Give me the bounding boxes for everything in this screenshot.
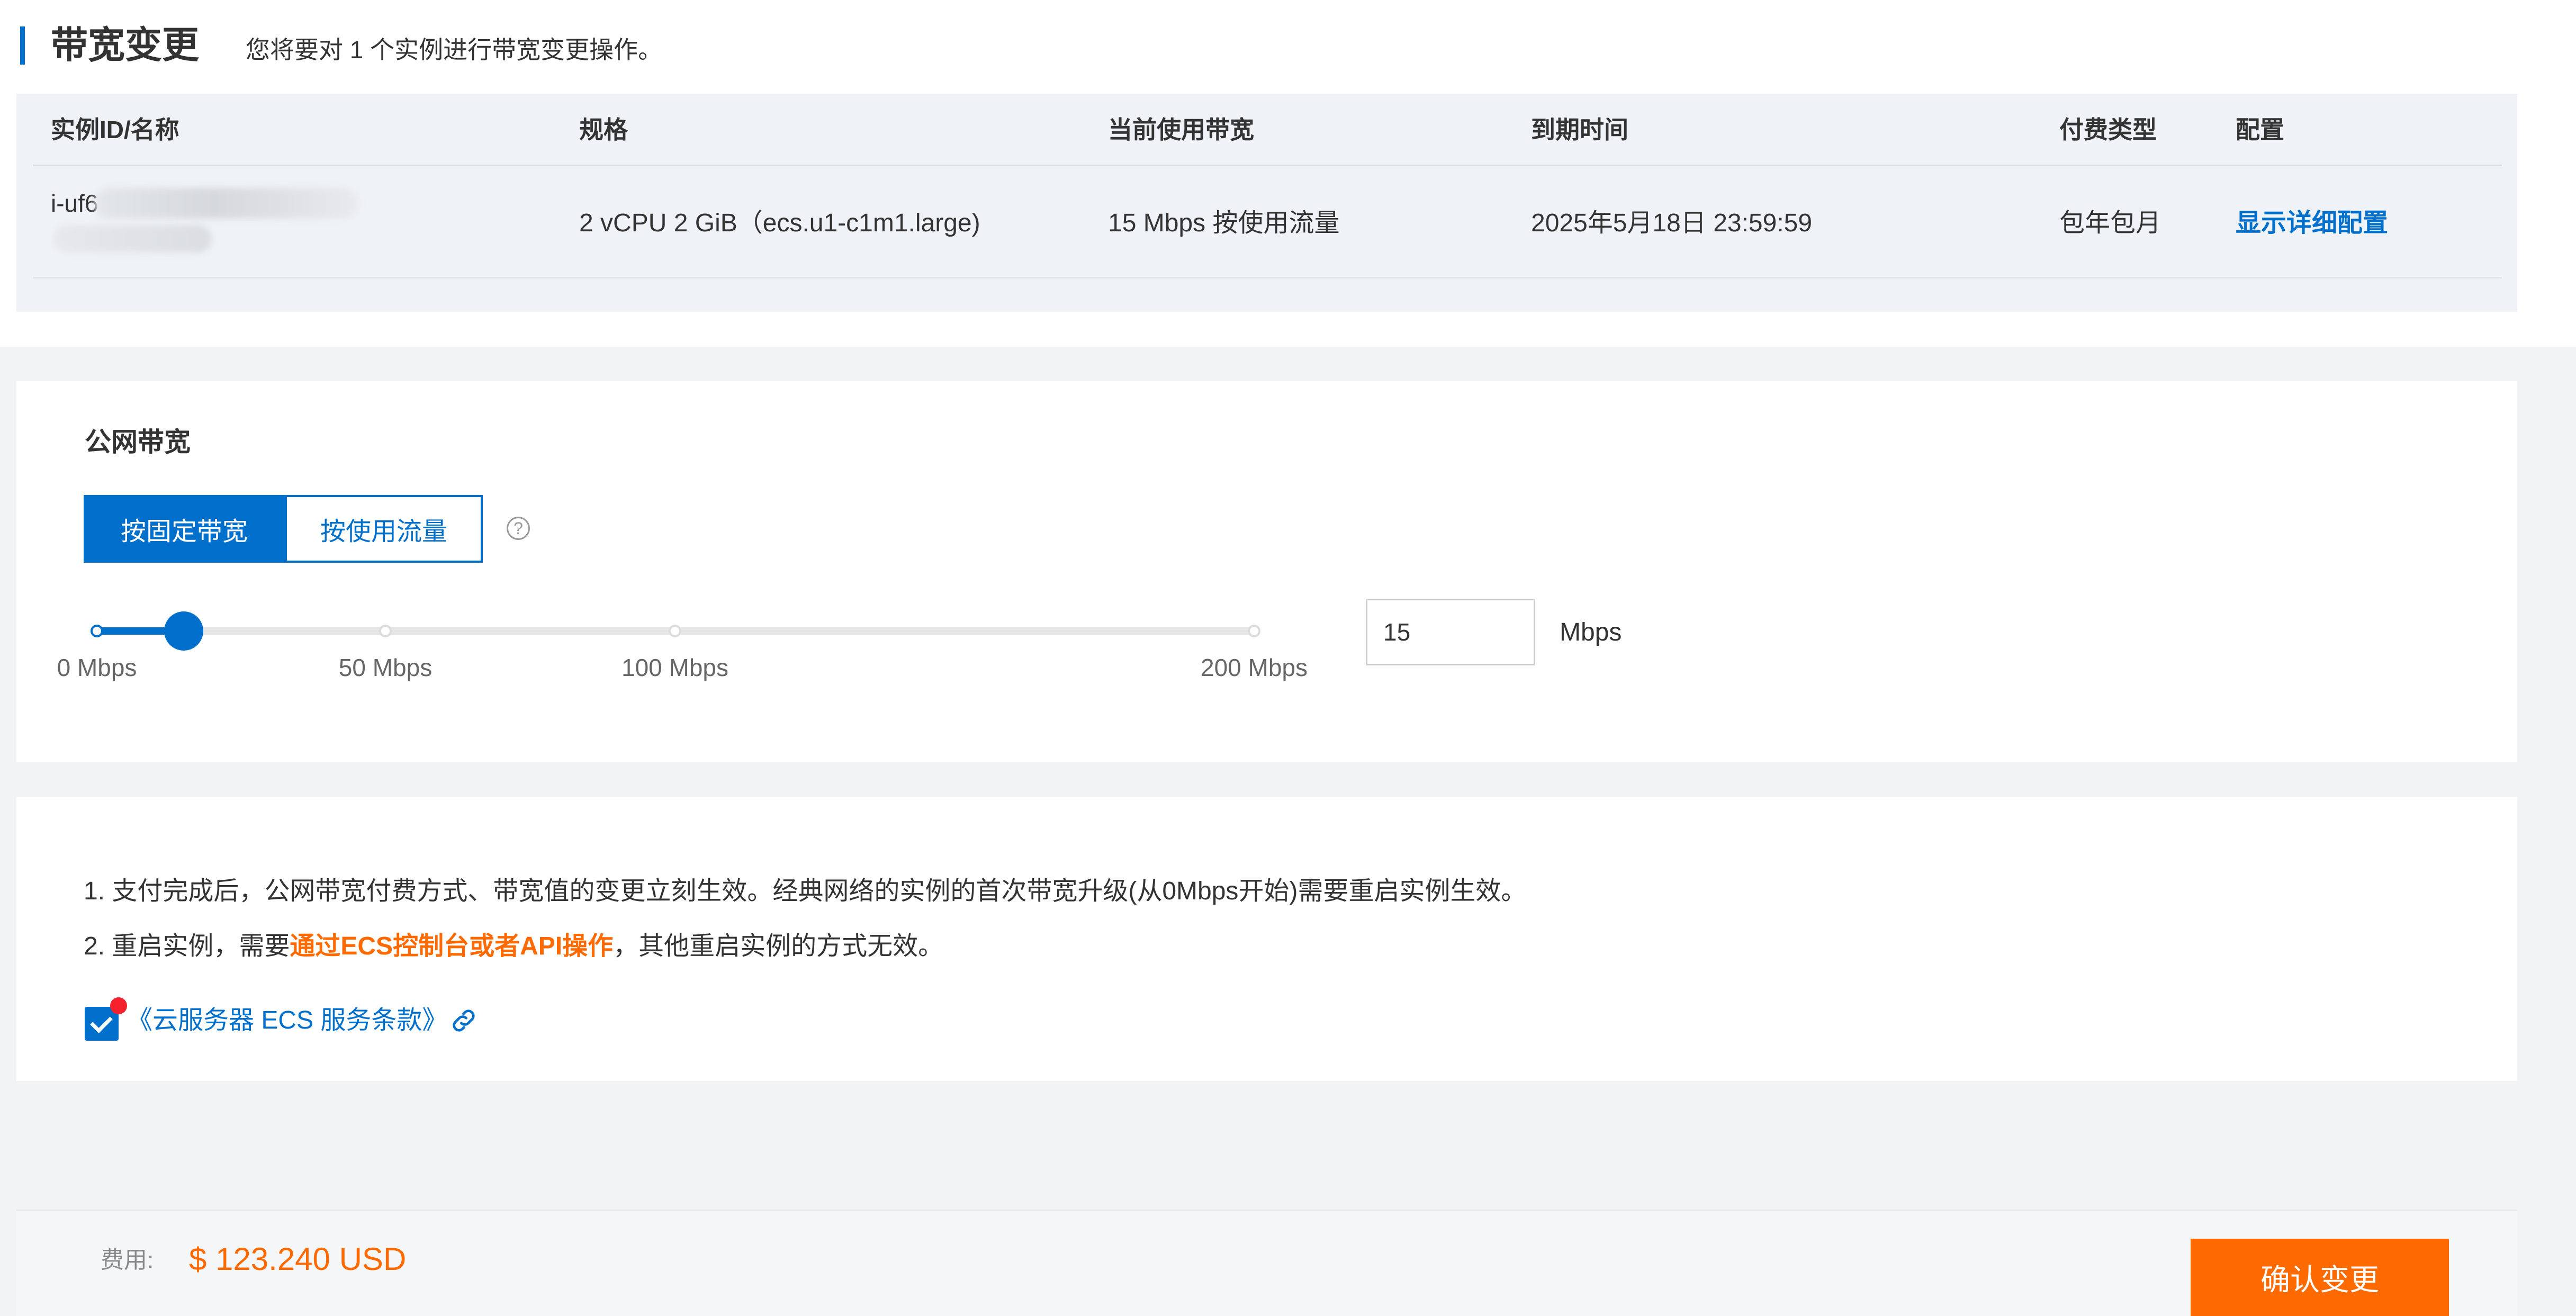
fee-label: 费用:: [101, 1247, 154, 1273]
column-header-current-bandwidth: 当前使用带宽: [1108, 116, 1254, 143]
column-header-spec: 规格: [579, 116, 628, 143]
slider-handle[interactable]: [164, 611, 203, 651]
slider-tick-label: 100 Mbps: [621, 654, 729, 681]
mode-pay-by-traffic-button[interactable]: 按使用流量: [285, 495, 483, 563]
help-icon[interactable]: ?: [507, 517, 530, 540]
note-line-2: 2. 重启实例，需要通过ECS控制台或者API操作，其他重启实例的方式无效。: [84, 930, 943, 963]
page-subtitle: 您将要对 1 个实例进行带宽变更操作。: [246, 36, 663, 64]
slider-tick-200[interactable]: [1248, 625, 1260, 637]
slider-tick-50[interactable]: [379, 625, 392, 637]
column-header-config: 配置: [2236, 116, 2284, 143]
link-icon[interactable]: [449, 1006, 479, 1035]
confirm-change-button[interactable]: 确认变更: [2191, 1239, 2449, 1316]
check-icon: [90, 1011, 113, 1033]
column-header-billing-type: 付费类型: [2059, 116, 2157, 143]
note-line-2-suffix: ，其他重启实例的方式无效。: [613, 932, 944, 960]
note-line-1: 1. 支付完成后，公网带宽付费方式、带宽值的变更立刻生效。经典网络的实例的首次带…: [84, 877, 1527, 905]
ecs-terms-link[interactable]: 《云服务器 ECS 服务条款》: [127, 1004, 447, 1037]
bandwidth-panel: [16, 381, 2517, 762]
bandwidth-unit: Mbps: [1560, 618, 1622, 646]
instance-current-bandwidth: 15 Mbps 按使用流量: [1108, 209, 1340, 237]
show-config-link[interactable]: 显示详细配置: [2236, 208, 2388, 239]
mode-fixed-bandwidth-button[interactable]: 按固定带宽: [84, 495, 285, 563]
fee-value: $ 123.240 USD: [189, 1241, 407, 1277]
column-header-instance-id: 实例ID/名称: [51, 116, 179, 143]
instance-id: i-uf6: [51, 190, 98, 217]
column-header-expiry: 到期时间: [1531, 116, 1628, 143]
note-line-2-prefix: 2. 重启实例，需要: [84, 932, 290, 960]
instance-billing-type: 包年包月: [2059, 209, 2161, 237]
bandwidth-section-label: 公网带宽: [85, 427, 191, 457]
redacted-instance-id: [94, 188, 359, 219]
slider-tick-100[interactable]: [669, 625, 681, 637]
table-row-divider: [33, 277, 2502, 278]
instance-spec: 2 vCPU 2 GiB（ecs.u1-c1m1.large): [579, 209, 980, 237]
notification-dot: [110, 997, 127, 1014]
slider-tick-label: 200 Mbps: [1200, 654, 1308, 681]
table-header-divider: [33, 165, 2502, 166]
ecs-console-api-highlight: 通过ECS控制台或者API操作: [290, 932, 614, 960]
slider-tick-0[interactable]: [91, 625, 103, 637]
page-title: 带宽变更: [51, 24, 199, 66]
redacted-instance-name: [53, 225, 212, 253]
instance-expiry: 2025年5月18日 23:59:59: [1531, 209, 1813, 237]
slider-tick-label: 0 Mbps: [57, 654, 137, 681]
title-accent-bar: [20, 26, 25, 65]
bandwidth-input[interactable]: [1366, 599, 1535, 665]
slider-tick-label: 50 Mbps: [338, 654, 433, 681]
